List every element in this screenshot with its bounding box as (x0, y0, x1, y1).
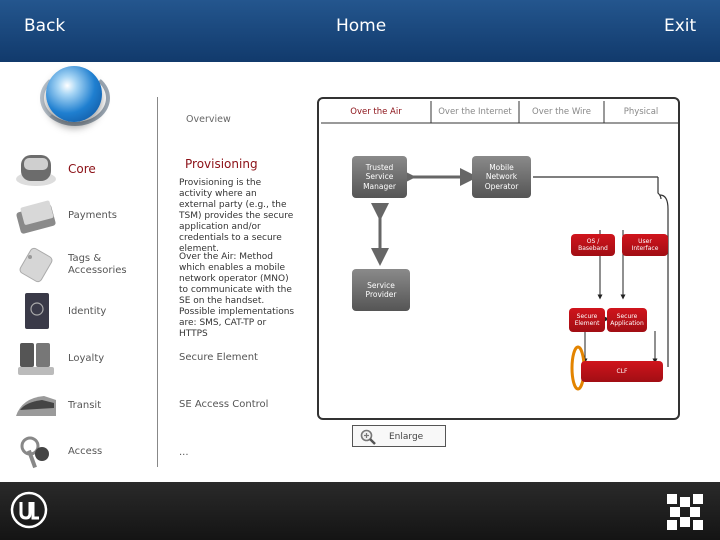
secure-application-node: Secure Application (607, 308, 647, 332)
clf-node: CLF (581, 361, 663, 382)
train-icon (16, 396, 56, 416)
sidebar-item-label: Core (68, 162, 96, 176)
exit-button[interactable]: Exit (664, 16, 696, 36)
over-the-air-description: Over the Air: Method which enables a mob… (179, 252, 295, 339)
provisioning-description: Provisioning is the activity where an ex… (179, 178, 294, 254)
more-link[interactable]: ... (179, 447, 189, 458)
sidebar-item-core[interactable]: Core (8, 147, 158, 191)
tag-icon (19, 247, 53, 283)
sidebar-item-transit[interactable]: Transit (8, 384, 158, 428)
provisioning-diagram: Over the Air Over the Internet Over the … (317, 97, 680, 420)
overview-link[interactable]: Overview (186, 114, 231, 125)
top-bar: Back Home Exit (0, 0, 720, 62)
enlarge-button[interactable]: Enlarge (352, 425, 446, 447)
section-heading: Provisioning (185, 157, 258, 171)
os-baseband-node: OS / Baseband (571, 234, 615, 256)
sidebar-item-access[interactable]: Access (8, 430, 158, 474)
sidebar-item-label: Access (68, 446, 103, 457)
tab-over-the-wire[interactable]: Over the Wire (519, 101, 604, 123)
mobile-network-operator-node: Mobile Network Operator (472, 156, 531, 198)
keys-icon (20, 436, 49, 469)
trusted-service-manager-node: Trusted Service Manager (352, 156, 407, 198)
puzzle-logo-icon (667, 494, 703, 530)
user-interface-node: User Interface (622, 234, 668, 256)
enlarge-label: Enlarge (389, 432, 424, 442)
magnifier-icon (360, 429, 376, 445)
tab-physical[interactable]: Physical (604, 101, 678, 123)
tab-over-the-air[interactable]: Over the Air (321, 101, 431, 123)
sidebar-item-payments[interactable]: Payments (8, 194, 158, 238)
sidebar-item-loyalty[interactable]: Loyalty (8, 337, 158, 381)
tab-over-the-internet[interactable]: Over the Internet (431, 101, 519, 123)
passport-icon (25, 293, 49, 329)
sidebar-item-tags[interactable]: Tags & Accessories (8, 243, 158, 287)
globe-logo-icon (46, 66, 102, 122)
secure-element-node: Secure Element (569, 308, 605, 332)
ul-logo-icon (10, 491, 48, 529)
service-provider-node: Service Provider (352, 269, 410, 311)
loyalty-cards-icon (18, 343, 54, 375)
back-button[interactable]: Back (24, 16, 65, 36)
se-access-control-link[interactable]: SE Access Control (179, 399, 268, 410)
sidebar-item-identity[interactable]: Identity (8, 290, 158, 334)
sidebar-item-label: Identity (68, 306, 107, 317)
footer-bar (0, 482, 720, 540)
sidebar-item-label: Transit (68, 400, 102, 411)
sidebar-item-label: Tags & Accessories (68, 253, 127, 276)
phone-icon (16, 155, 56, 186)
sidebar-item-label: Payments (68, 210, 117, 221)
wallet-icon (16, 200, 56, 234)
divider (157, 97, 158, 467)
sidebar-item-label: Loyalty (68, 353, 105, 364)
home-button[interactable]: Home (336, 16, 386, 36)
secure-element-link[interactable]: Secure Element (179, 352, 258, 363)
